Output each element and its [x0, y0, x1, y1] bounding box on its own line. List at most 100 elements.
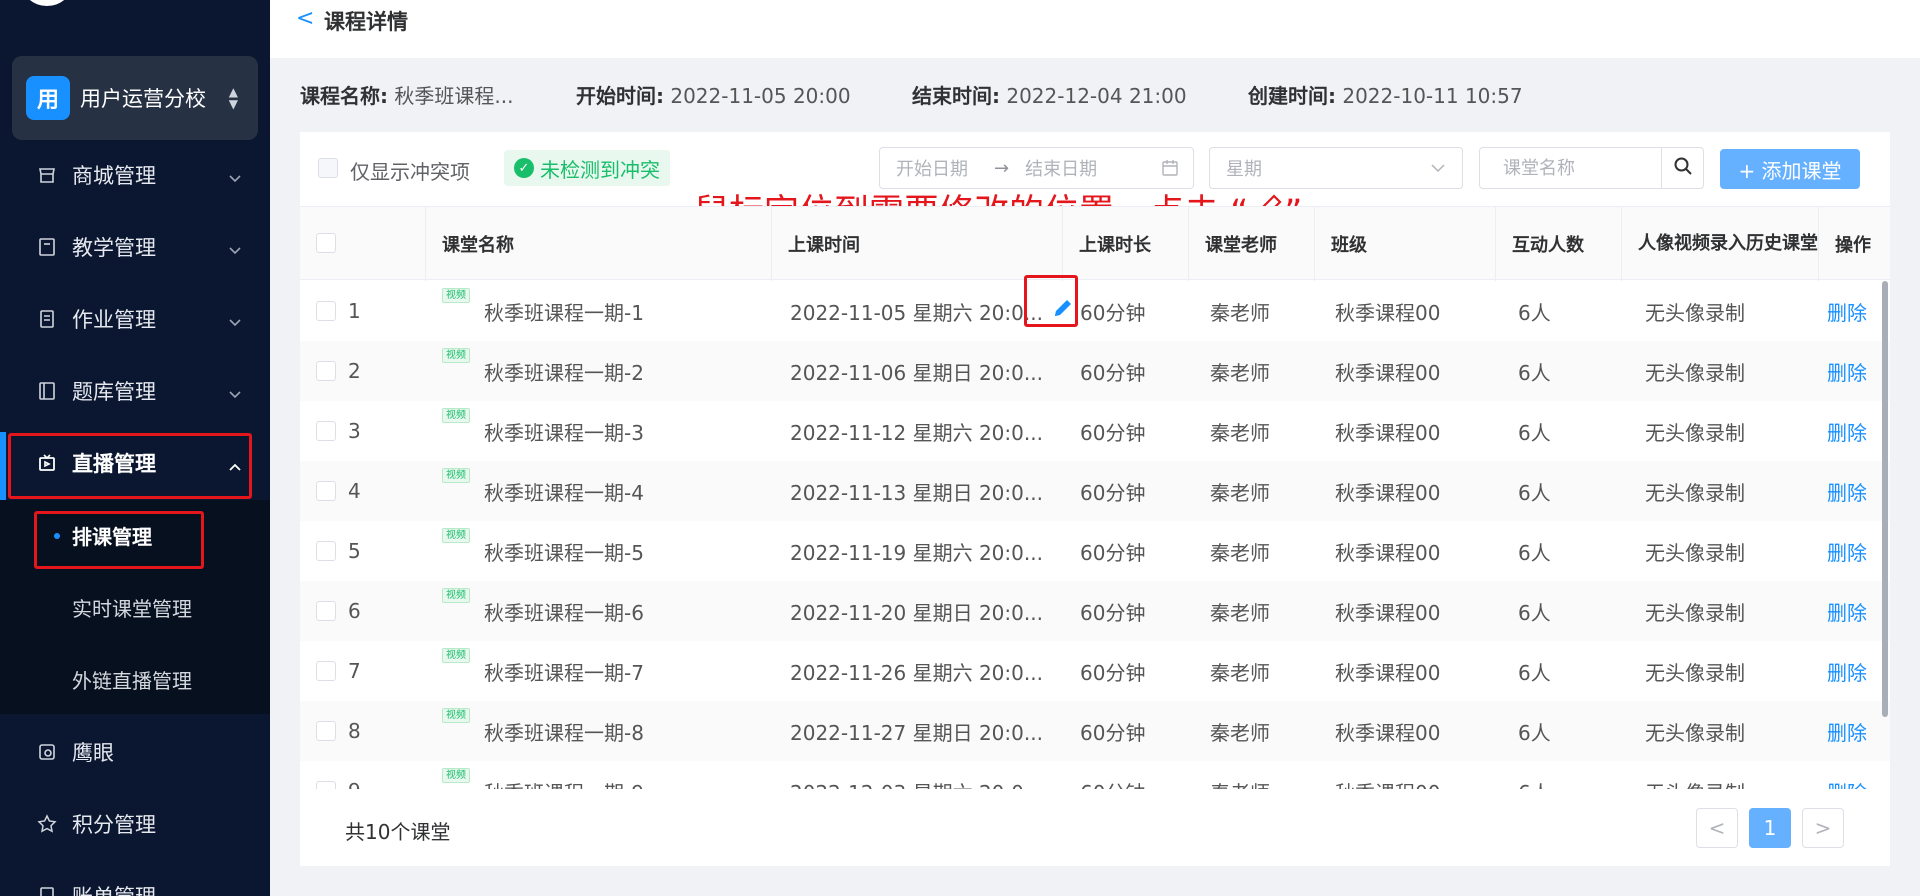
lesson-class: 秋季课程00	[1335, 480, 1441, 505]
search-input[interactable]	[1481, 149, 1657, 187]
video-tag: 视频	[442, 348, 470, 363]
date-end-field[interactable]: 结束日期	[1025, 155, 1097, 181]
table-row[interactable]: 2 视频 秋季班课程一期-2 2022-11-06 星期日 20:0... 60…	[300, 341, 1890, 401]
row-checkbox[interactable]	[316, 541, 336, 561]
lesson-time: 2022-11-12 星期六 20:0...	[790, 420, 1043, 445]
row-number: 1	[348, 299, 361, 323]
school-avatar: 用	[26, 76, 70, 120]
search-icon	[1673, 156, 1693, 180]
delete-link[interactable]: 删除	[1827, 461, 1867, 521]
sidebar-item-homework[interactable]: 作业管理	[0, 283, 270, 355]
row-number: 8	[348, 719, 361, 743]
star-icon	[36, 813, 58, 835]
record-status: 无头像录制	[1645, 660, 1745, 685]
school-switcher[interactable]: 用 用户运营分校 ▲ ▼	[12, 56, 258, 140]
date-range-picker[interactable]: 开始日期 → 结束日期	[879, 147, 1194, 189]
table-row[interactable]: 6 视频 秋季班课程一期-6 2022-11-20 星期日 20:0... 60…	[300, 581, 1890, 641]
row-checkbox[interactable]	[316, 421, 336, 441]
column-header[interactable]: 课堂老师	[1189, 207, 1315, 281]
sidebar-item-billing[interactable]: 账单管理	[0, 860, 270, 896]
row-number: 5	[348, 539, 361, 563]
sidebar-item-label: 鹰眼	[72, 741, 114, 765]
column-header[interactable]: 互动人数	[1496, 207, 1622, 281]
column-header[interactable]: 班级	[1315, 207, 1496, 281]
sidebar-item-question-bank[interactable]: 题库管理	[0, 355, 270, 427]
record-status: 无头像录制	[1645, 540, 1745, 565]
delete-link[interactable]: 删除	[1827, 761, 1867, 790]
column-header[interactable]: 课堂名称	[426, 207, 772, 281]
conflict-only-checkbox[interactable]	[318, 158, 338, 178]
delete-link[interactable]: 删除	[1827, 581, 1867, 641]
page-1-button[interactable]: 1	[1749, 808, 1791, 848]
table-row[interactable]: 9 视频 秋季班课程一期-9 2022-12-03 星期六 20:0... 60…	[300, 761, 1890, 789]
video-tag: 视频	[442, 468, 470, 483]
record-status: 无头像录制	[1645, 480, 1745, 505]
row-checkbox[interactable]	[316, 661, 336, 681]
lesson-teacher: 秦老师	[1210, 420, 1270, 445]
interactive-count: 6人	[1518, 480, 1551, 505]
delete-link[interactable]: 删除	[1827, 401, 1867, 461]
delete-link[interactable]: 删除	[1827, 281, 1867, 341]
row-checkbox[interactable]	[316, 481, 336, 501]
delete-link[interactable]: 删除	[1827, 641, 1867, 701]
highlight-box-schedule	[34, 511, 204, 569]
interactive-count: 6人	[1518, 360, 1551, 385]
select-all-checkbox[interactable]	[316, 233, 336, 253]
table-row[interactable]: 8 视频 秋季班课程一期-8 2022-11-27 星期日 20:0... 60…	[300, 701, 1890, 761]
sidebar-item-mall[interactable]: 商城管理	[0, 139, 270, 211]
sidebar-item-teaching[interactable]: 教学管理	[0, 211, 270, 283]
chevron-down-icon	[1430, 160, 1446, 181]
video-tag: 视频	[442, 528, 470, 543]
lesson-teacher: 秦老师	[1210, 720, 1270, 745]
sidebar-subitem-label: 外链直播管理	[72, 668, 192, 693]
lesson-duration: 60分钟	[1080, 420, 1146, 445]
table-scrollbar[interactable]	[1882, 281, 1888, 717]
table-row[interactable]: 5 视频 秋季班课程一期-5 2022-11-19 星期六 20:0... 60…	[300, 521, 1890, 581]
row-checkbox[interactable]	[316, 301, 336, 321]
lesson-time: 2022-11-20 星期日 20:0...	[790, 600, 1043, 625]
delete-link[interactable]: 删除	[1827, 341, 1867, 401]
switch-sort-icon[interactable]: ▲ ▼	[229, 86, 238, 110]
add-lesson-button[interactable]: + 添加课堂	[1720, 149, 1860, 189]
column-header[interactable]: 人像视频录入历史课堂	[1622, 207, 1819, 281]
weekday-select[interactable]: 星期	[1209, 147, 1463, 189]
lesson-time: 2022-11-06 星期日 20:0...	[790, 360, 1043, 385]
question-bank-icon	[36, 380, 58, 402]
table-row[interactable]: 7 视频 秋季班课程一期-7 2022-11-26 星期六 20:0... 60…	[300, 641, 1890, 701]
lesson-duration: 60分钟	[1080, 480, 1146, 505]
date-start-field[interactable]: 开始日期	[896, 155, 968, 181]
table-row[interactable]: 3 视频 秋季班课程一期-3 2022-11-12 星期六 20:0... 60…	[300, 401, 1890, 461]
course-name-value: 秋季班课程...	[394, 84, 514, 108]
column-header[interactable]: 上课时间	[772, 207, 1063, 281]
end-time-info: 结束时间: 2022-12-04 21:00	[912, 84, 1187, 108]
lesson-class: 秋季课程00	[1335, 600, 1441, 625]
row-checkbox[interactable]	[316, 361, 336, 381]
interactive-count: 6人	[1518, 720, 1551, 745]
search-button[interactable]	[1661, 148, 1703, 188]
delete-link[interactable]: 删除	[1827, 521, 1867, 581]
lesson-name: 秋季班课程一期-7	[484, 660, 644, 685]
lesson-duration: 60分钟	[1080, 720, 1146, 745]
start-time-info: 开始时间: 2022-11-05 20:00	[576, 84, 851, 108]
page-title: 课程详情	[324, 10, 408, 34]
back-button[interactable]: <	[296, 6, 314, 31]
record-status: 无头像录制	[1645, 720, 1745, 745]
delete-link[interactable]: 删除	[1827, 701, 1867, 761]
lesson-time: 2022-11-26 星期六 20:0...	[790, 660, 1043, 685]
row-checkbox[interactable]	[316, 601, 336, 621]
video-tag: 视频	[442, 768, 470, 783]
column-header[interactable]: 上课时长	[1063, 207, 1189, 281]
prev-page-button[interactable]: <	[1696, 808, 1738, 848]
course-name-info: 课程名称: 秋季班课程...	[300, 84, 514, 108]
lesson-teacher: 秦老师	[1210, 540, 1270, 565]
next-page-button[interactable]: >	[1802, 808, 1844, 848]
table-row[interactable]: 1 视频 秋季班课程一期-1 2022-11-05 星期六 20:0... 60…	[300, 281, 1890, 341]
sidebar-subitem-realtime[interactable]: 实时课堂管理	[0, 572, 270, 642]
lesson-class: 秋季课程00	[1335, 720, 1441, 745]
sidebar-item-eagle-eye[interactable]: 鹰眼	[0, 716, 270, 788]
sidebar-item-points[interactable]: 积分管理	[0, 788, 270, 860]
row-checkbox[interactable]	[316, 781, 336, 789]
row-checkbox[interactable]	[316, 721, 336, 741]
table-row[interactable]: 4 视频 秋季班课程一期-4 2022-11-13 星期日 20:0... 60…	[300, 461, 1890, 521]
sidebar-subitem-external-live[interactable]: 外链直播管理	[0, 644, 270, 714]
